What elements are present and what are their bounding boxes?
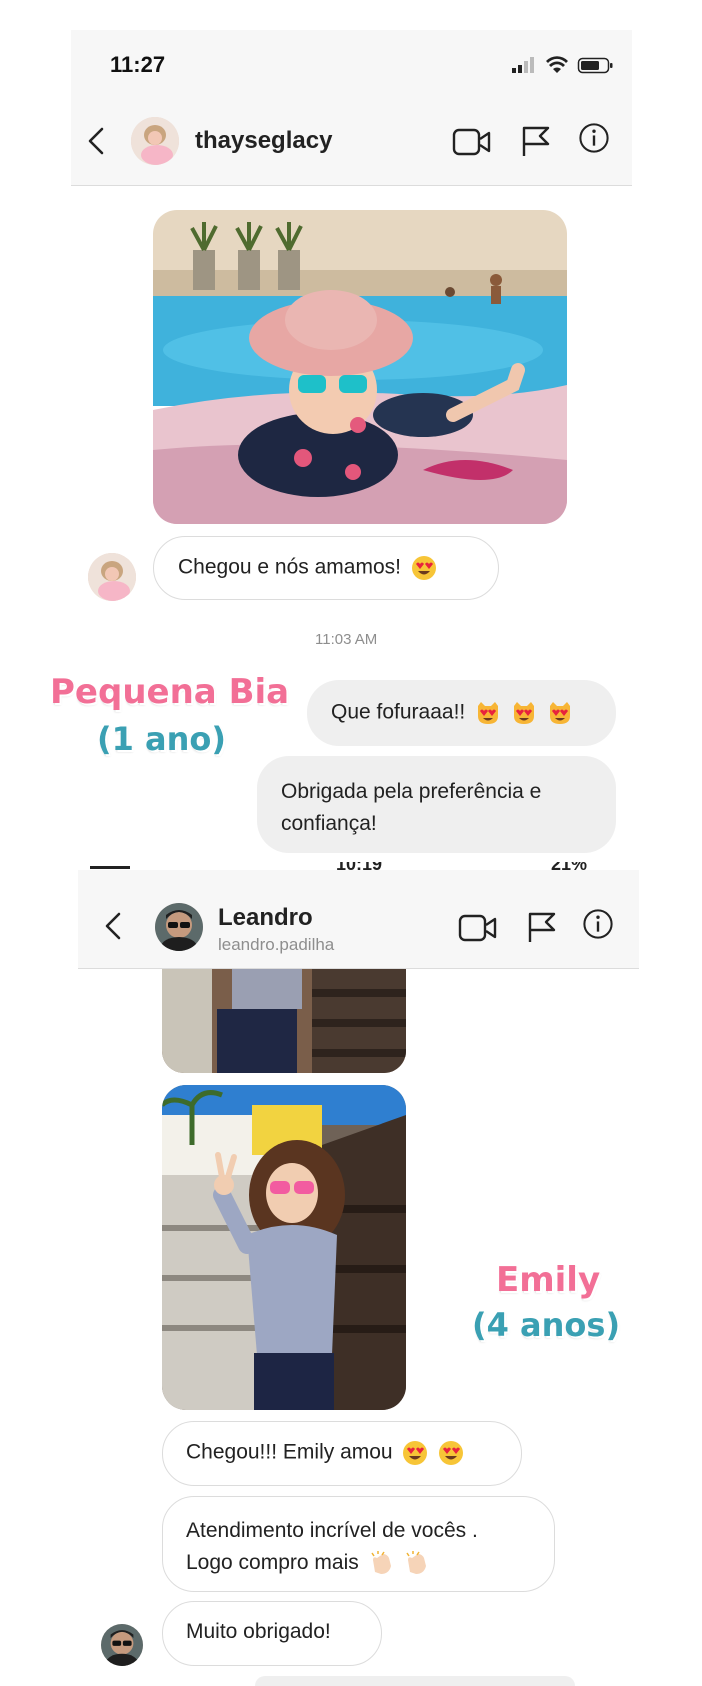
chat-name[interactable]: Leandro [218, 904, 313, 932]
message-text-line: Logo compro mais [186, 1551, 359, 1574]
flag-icon[interactable] [524, 910, 564, 944]
message-timestamp: 11:03 AM [315, 631, 378, 648]
avatar[interactable] [131, 117, 179, 165]
message-bubble-incoming[interactable]: Muito obrigado! [162, 1601, 382, 1666]
status-icons [512, 56, 613, 74]
video-camera-icon[interactable] [452, 125, 492, 159]
message-text-line: confiança! [281, 812, 377, 835]
message-bubble-incoming[interactable]: Chegou e nós amamos! [153, 536, 499, 600]
info-icon[interactable] [574, 121, 614, 155]
message-bubble-incoming[interactable]: Chegou!!! Emily amou [162, 1421, 522, 1486]
avatar-photo [131, 117, 179, 165]
heart-eyes-emoji [439, 1441, 464, 1465]
clapping-hands-emoji [406, 1551, 427, 1575]
info-icon[interactable] [578, 907, 618, 941]
status-battery: 21% [551, 862, 588, 874]
sender-avatar-photo [88, 553, 136, 601]
message-bubble-outgoing[interactable]: Obrigada pela preferência e confiança! [257, 756, 616, 853]
avatar[interactable] [155, 903, 203, 951]
airplane-wifi-icons [90, 862, 130, 869]
message-bubble-outgoing[interactable]: Que fofuraaa!! [307, 680, 616, 746]
chat-username[interactable]: thayseglacy [195, 127, 332, 155]
message-text: Que fofuraaa!! [331, 700, 466, 724]
heart-eyes-cat-emoji [478, 702, 499, 724]
chevron-left-icon[interactable] [84, 126, 110, 156]
caption-name: Pequena Bia [50, 672, 290, 712]
heart-eyes-emoji [403, 1441, 428, 1465]
avatar-photo [155, 903, 203, 951]
shared-photo-previous-cropped[interactable] [162, 969, 406, 1073]
wifi-icon [546, 56, 568, 73]
status-time: 11:27 [110, 52, 166, 77]
sender-avatar[interactable] [88, 553, 136, 601]
chat-handle: leandro.padilha [218, 935, 335, 954]
shared-photo-baby-pool[interactable] [153, 210, 567, 524]
shared-photo-girl[interactable] [162, 1085, 406, 1410]
photo-illustration [153, 210, 567, 524]
photo-illustration [162, 969, 406, 1073]
status-bar-clipped: 10:19 21% [78, 862, 639, 876]
caption-age: (1 ano) [97, 720, 227, 758]
sender-avatar[interactable] [101, 1624, 143, 1666]
battery-icon [577, 57, 613, 74]
caption-name: Emily [496, 1260, 601, 1300]
signal-icon [512, 57, 534, 73]
heart-eyes-cat-emoji [549, 702, 570, 724]
flag-icon[interactable] [518, 124, 558, 158]
status-time: 10:19 [336, 862, 383, 874]
message-text: Chegou!!! Emily amou [186, 1440, 393, 1464]
heart-eyes-emoji [411, 556, 436, 580]
message-text-line: Obrigada pela preferência e [281, 780, 542, 803]
heart-eyes-cat-emoji [513, 702, 534, 724]
message-text: Muito obrigado! [186, 1620, 331, 1643]
message-bubble-outgoing-cropped [255, 1676, 575, 1686]
message-text-line: Atendimento incrível de vocês . [186, 1519, 478, 1542]
sender-avatar-photo [101, 1624, 143, 1666]
caption-age: (4 anos) [472, 1306, 621, 1344]
video-camera-icon[interactable] [458, 911, 498, 945]
message-bubble-incoming[interactable]: Atendimento incrível de vocês . Logo com… [162, 1496, 555, 1592]
photo-illustration [162, 1085, 406, 1410]
message-text: Chegou e nós amamos! [178, 555, 401, 579]
clapping-hands-emoji [370, 1551, 391, 1575]
chevron-left-icon[interactable] [101, 911, 127, 941]
